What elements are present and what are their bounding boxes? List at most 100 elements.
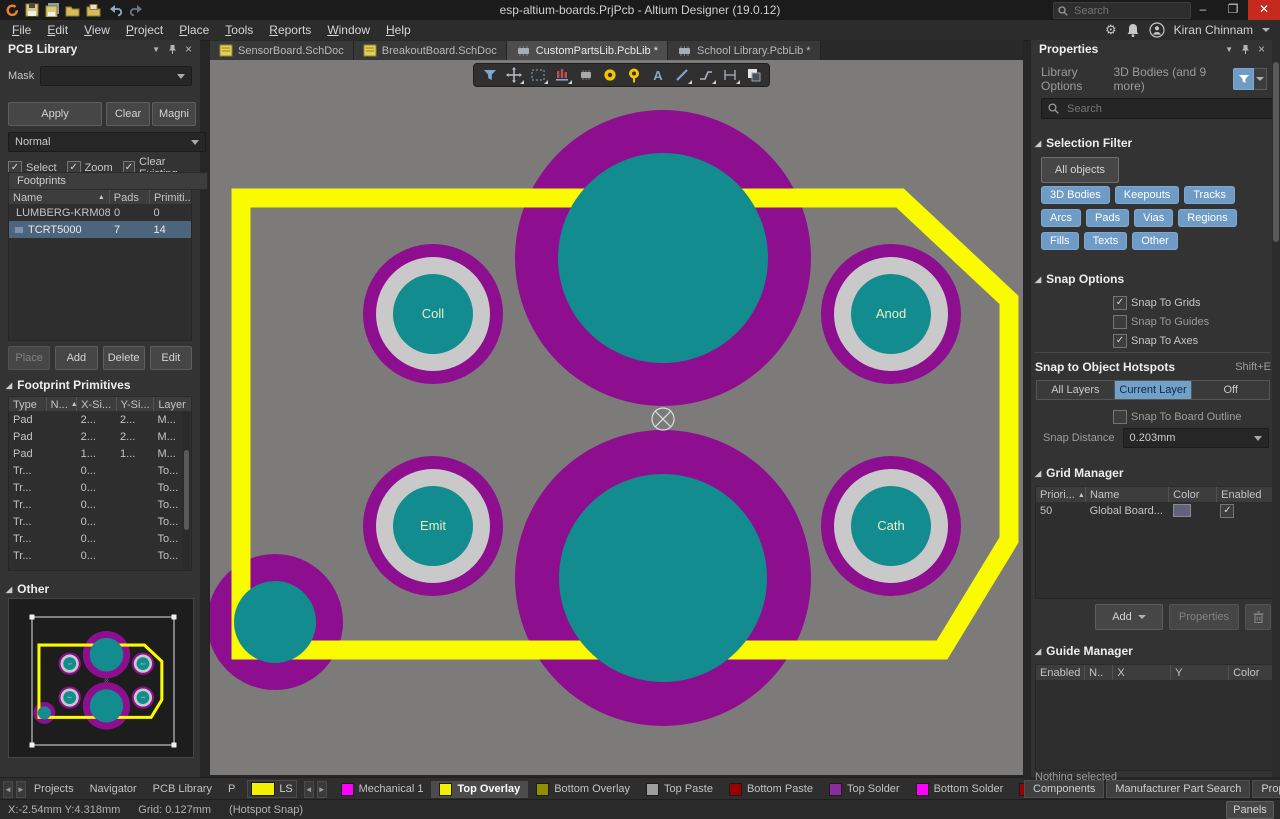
column-xsize[interactable]: X-Si...	[77, 397, 116, 412]
checkbox[interactable]	[1113, 315, 1127, 329]
route-tool[interactable]	[695, 66, 716, 84]
pad-center[interactable]	[38, 706, 51, 719]
edit-button[interactable]: Edit	[150, 346, 192, 370]
checkbox[interactable]: ✓	[1113, 334, 1127, 348]
user-avatar-icon[interactable]	[1149, 22, 1165, 38]
filter-3d-bodies[interactable]: 3D Bodies	[1041, 186, 1110, 204]
place-line-tool[interactable]	[671, 66, 692, 84]
dock-tab-p[interactable]: P	[220, 783, 243, 795]
filter-button[interactable]	[1233, 68, 1255, 90]
mode-combobox[interactable]: Normal	[8, 132, 206, 152]
settings-gear-icon[interactable]: ⚙	[1105, 22, 1117, 38]
column-y[interactable]: Y	[1171, 665, 1229, 681]
properties-search-box[interactable]	[1041, 98, 1275, 119]
column-name[interactable]: Name▲	[9, 190, 110, 205]
other-section-header[interactable]: ◢Other	[6, 582, 49, 596]
selection-filter-section-header[interactable]: ◢Selection Filter	[1035, 136, 1132, 150]
column-layer[interactable]: Layer	[154, 397, 191, 412]
panel-tab-properties[interactable]: Properties	[1252, 780, 1280, 798]
menu-tools[interactable]: Tools	[217, 20, 261, 40]
add-grid-button[interactable]: Add	[1095, 604, 1163, 630]
footprint-drawing[interactable]: CollAnodEmitCath	[210, 60, 1023, 775]
grid-color-swatch[interactable]	[1173, 504, 1191, 517]
primitive-row[interactable]: Pad2...2...M...	[9, 428, 191, 445]
layer-tab-top-paste[interactable]: Top Paste	[638, 781, 721, 798]
place-component-tool[interactable]	[575, 66, 596, 84]
dimension-tool[interactable]	[719, 66, 740, 84]
menu-place[interactable]: Place	[171, 20, 217, 40]
hotspot-mode-off[interactable]: Off	[1192, 381, 1269, 399]
layer-tab-mechanical-1[interactable]: Mechanical 1	[333, 781, 432, 798]
menu-reports[interactable]: Reports	[261, 20, 319, 40]
document-tab-custompartslib-pcblib-[interactable]: CustomPartsLib.PcbLib *	[507, 41, 668, 60]
column-name[interactable]: Name	[1086, 487, 1169, 503]
filter-tool[interactable]	[479, 66, 500, 84]
layer-set-combobox[interactable]: LS	[243, 780, 300, 798]
column-enabled[interactable]: Enabled	[1217, 487, 1272, 503]
column-n[interactable]: N..	[1085, 665, 1113, 681]
filter-regions[interactable]: Regions	[1178, 209, 1236, 227]
scroll-left-icon[interactable]: ◄	[3, 781, 13, 798]
filter-arcs[interactable]: Arcs	[1041, 209, 1081, 227]
column-enabled[interactable]: Enabled	[1036, 665, 1085, 681]
pad-center[interactable]	[90, 638, 124, 672]
hotspot-mode-current-layer[interactable]: Current Layer	[1115, 381, 1193, 399]
properties-scrollbar[interactable]	[1272, 40, 1280, 777]
filter-other[interactable]: Other	[1132, 232, 1178, 250]
column-priority[interactable]: Priori...▲	[1036, 487, 1086, 503]
filter-fills[interactable]: Fills	[1041, 232, 1079, 250]
place-via-tool[interactable]	[623, 66, 644, 84]
primitive-row[interactable]: Tr...0...To...	[9, 530, 191, 547]
layer-tab-bottom-overlay[interactable]: Bottom Overlay	[528, 781, 638, 798]
select-area-tool[interactable]	[527, 66, 548, 84]
column-n[interactable]: N...▲	[47, 397, 78, 412]
dock-tab-navigator[interactable]: Navigator	[82, 783, 145, 795]
search-input[interactable]	[1072, 4, 1176, 18]
menu-edit[interactable]: Edit	[39, 20, 76, 40]
primitive-row[interactable]: Tr...0...To...	[9, 547, 191, 564]
layer-tab-drill-guide[interactable]: Drill Guide	[1011, 781, 1024, 798]
checkbox[interactable]: ✓	[1113, 296, 1127, 310]
magnify-button[interactable]: Magni	[152, 102, 196, 126]
filter-vias[interactable]: Vias	[1134, 209, 1173, 227]
pcb-editor-canvas[interactable]: CollAnodEmitCath A	[210, 60, 1023, 775]
layer-tab-bottom-paste[interactable]: Bottom Paste	[721, 781, 821, 798]
snap-option-snap-to-axes[interactable]: ✓Snap To Axes	[1113, 334, 1209, 348]
restore-button[interactable]: ❐	[1218, 0, 1248, 20]
hotspot-mode-all-layers[interactable]: All Layers	[1037, 381, 1115, 399]
place-pad-tool[interactable]	[599, 66, 620, 84]
column-color[interactable]: Color	[1169, 487, 1217, 503]
menu-file[interactable]: File	[4, 20, 39, 40]
grid-manager-section-header[interactable]: ◢Grid Manager	[1035, 466, 1124, 480]
delete-grid-button[interactable]	[1245, 604, 1271, 630]
footprint-row-lumberg-krm08[interactable]: LUMBERG-KRM0800	[9, 204, 191, 221]
place-text-tool[interactable]: A	[647, 66, 668, 84]
layer-tab-top-solder[interactable]: Top Solder	[821, 781, 908, 798]
panel-dropdown-icon[interactable]: ▼	[1225, 45, 1233, 54]
panels-button[interactable]: Panels	[1226, 801, 1274, 819]
panel-pin-icon[interactable]	[1241, 44, 1250, 54]
panel-close-icon[interactable]: ×	[185, 42, 192, 56]
filter-dropdown-button[interactable]	[1254, 68, 1267, 90]
selection-handle[interactable]	[30, 743, 35, 748]
pad-center[interactable]	[234, 581, 316, 663]
selection-handle[interactable]	[172, 615, 177, 620]
menu-view[interactable]: View	[76, 20, 118, 40]
primitive-row[interactable]: Tr...0...To...	[9, 513, 191, 530]
clear-button[interactable]: Clear	[106, 102, 150, 126]
pad-center[interactable]	[558, 153, 768, 363]
move-tool[interactable]	[503, 66, 524, 84]
panel-tab-manufacturer-part-search[interactable]: Manufacturer Part Search	[1106, 780, 1250, 798]
board-outline-option[interactable]: Snap To Board Outline	[1113, 410, 1241, 424]
snap-to-board-outline-checkbox[interactable]	[1113, 410, 1127, 424]
guide-manager-section-header[interactable]: ◢Guide Manager	[1035, 644, 1133, 658]
column-color[interactable]: Color	[1229, 665, 1272, 681]
footprint-preview[interactable]: CollAnodEmitCath	[8, 598, 194, 758]
mask-combobox[interactable]	[40, 66, 192, 86]
snap-options-section-header[interactable]: ◢Snap Options	[1035, 272, 1124, 286]
panel-dropdown-icon[interactable]: ▼	[152, 45, 160, 54]
global-search-box[interactable]	[1053, 2, 1191, 19]
selection-handle[interactable]	[172, 743, 177, 748]
filter-texts[interactable]: Texts	[1084, 232, 1128, 250]
document-tab-school-library-pcblib-[interactable]: School Library.PcbLib *	[668, 41, 821, 60]
